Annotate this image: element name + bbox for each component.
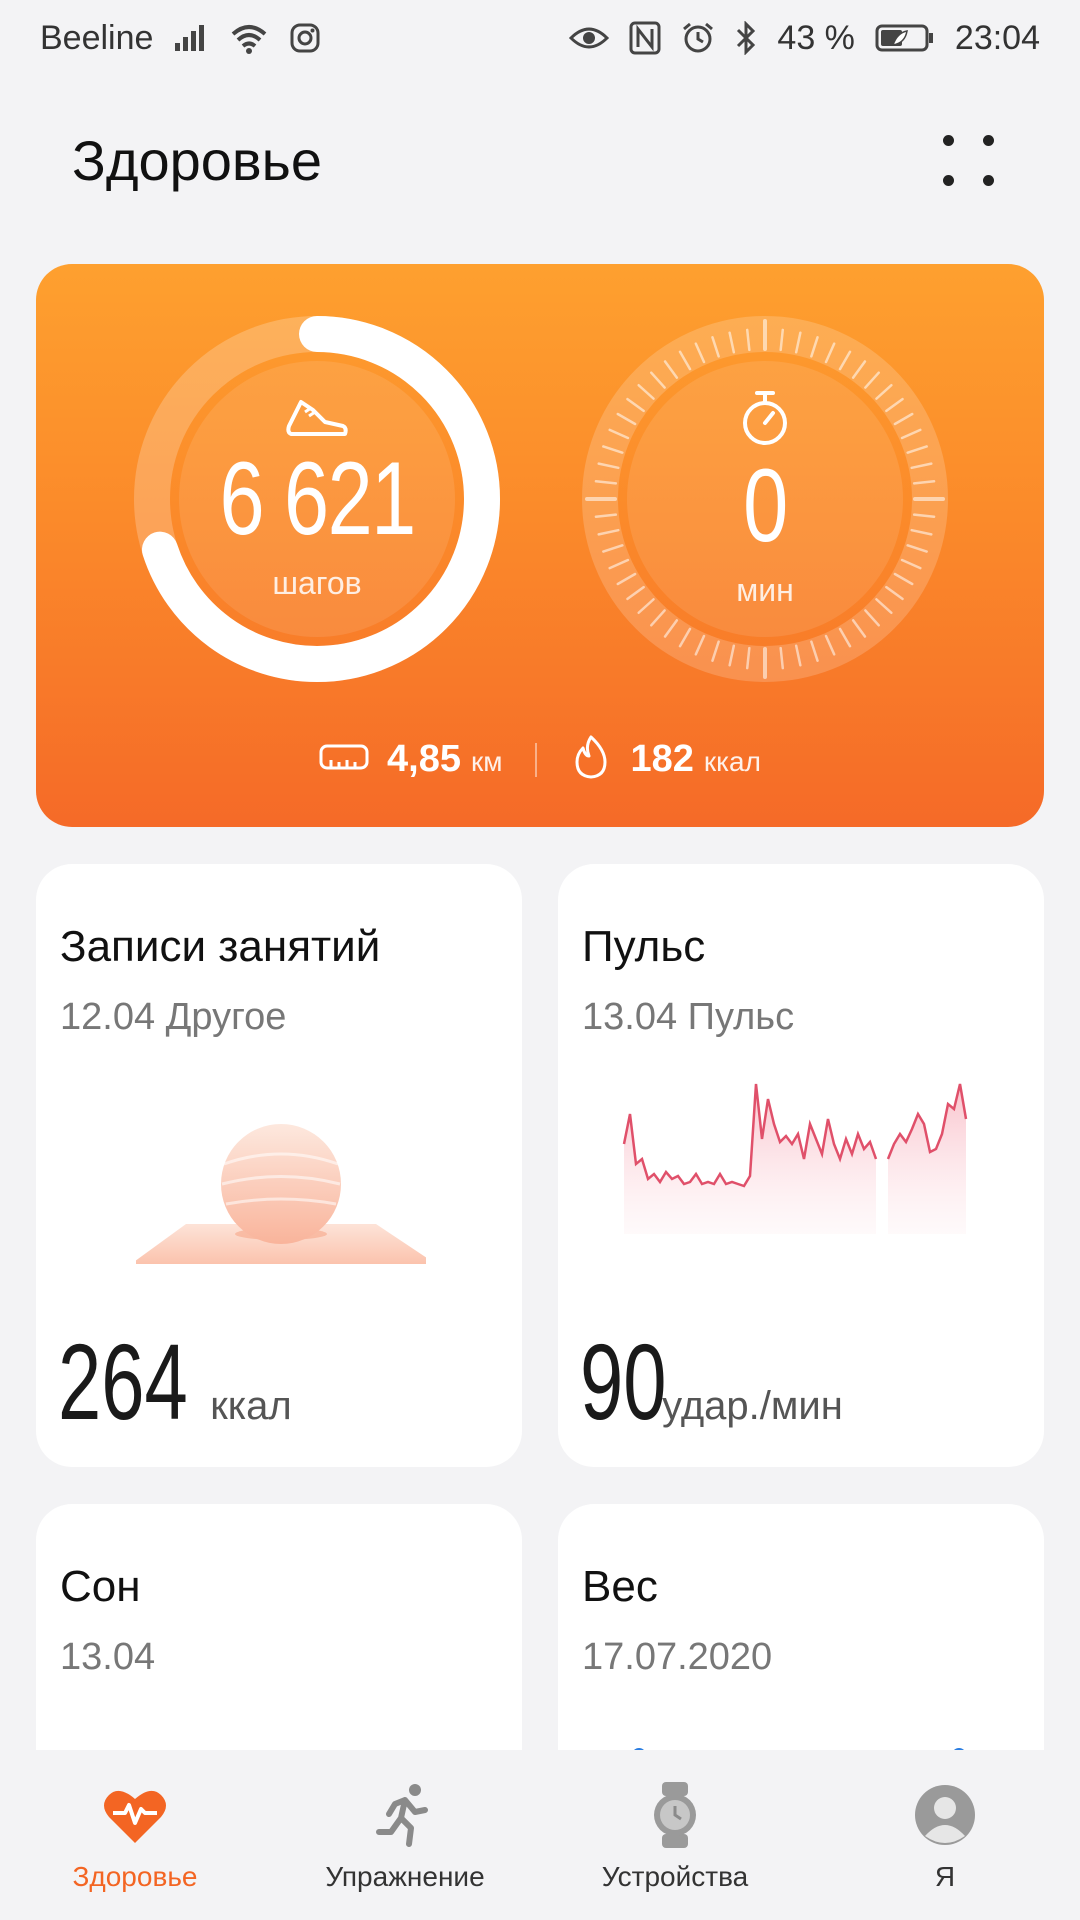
- tab-label: Я: [934, 1861, 956, 1892]
- heart-rate-unit: удар./мин: [662, 1384, 843, 1428]
- tab-label: Упражнение: [325, 1861, 485, 1892]
- workout-illustration: [131, 1074, 436, 1264]
- avatar-icon: [914, 1777, 976, 1853]
- workout-records-card[interactable]: Записи занятий 12.04 Другое 264 ккал: [36, 864, 522, 1467]
- nfc-icon: [629, 21, 661, 55]
- battery-icon: [875, 23, 935, 53]
- edit-cards-button[interactable]: [928, 120, 1008, 200]
- active-minutes-count: 0: [743, 448, 788, 564]
- steps-count: 6 621: [219, 441, 416, 557]
- app-header: Здоровье: [0, 100, 1080, 220]
- distance-unit: км: [471, 746, 503, 777]
- distance-value: 4,85: [387, 738, 462, 780]
- card-title: Пульс: [582, 922, 706, 971]
- card-subtitle: 13.04 Пульс: [582, 996, 795, 1038]
- minutes-unit: мин: [736, 572, 794, 608]
- stopwatch-icon: [737, 389, 793, 454]
- active-minutes-ring[interactable]: 0 мин: [580, 314, 950, 684]
- alarm-icon: [681, 21, 715, 55]
- card-title: Вес: [582, 1562, 658, 1611]
- card-subtitle: 17.07.2020: [582, 1636, 773, 1678]
- steps-unit: шагов: [272, 565, 362, 601]
- heart-pulse-icon: [101, 1777, 169, 1853]
- shoe-icon: [285, 396, 349, 447]
- calories-value: 182: [630, 738, 694, 780]
- bluetooth-icon: [735, 21, 757, 55]
- wifi-icon: [229, 22, 269, 54]
- card-title: Сон: [60, 1562, 141, 1611]
- hero-stats-row: 4,85 км 182 ккал: [36, 734, 1044, 785]
- calories-unit: ккал: [703, 746, 761, 777]
- tab-me[interactable]: Я: [810, 1750, 1080, 1920]
- steps-ring[interactable]: 6 621 шагов: [132, 314, 502, 684]
- card-title: Записи занятий: [60, 922, 381, 971]
- heart-rate-value: 90: [580, 1321, 667, 1442]
- clock-time: 23:04: [954, 18, 1040, 57]
- carrier-label: Beeline: [40, 18, 154, 57]
- tab-devices[interactable]: Устройства: [540, 1750, 810, 1920]
- workout-calories-unit: ккал: [210, 1384, 292, 1428]
- workout-calories-value: 264: [58, 1321, 188, 1442]
- tab-health[interactable]: Здоровье: [0, 1750, 270, 1920]
- dot-icon: [942, 174, 954, 186]
- watch-icon: [650, 1777, 700, 1853]
- page-title: Здоровье: [72, 128, 323, 192]
- status-bar: Beeline 43 % 23:04: [0, 0, 1080, 76]
- stats-divider: [534, 742, 537, 777]
- card-subtitle: 13.04: [60, 1636, 156, 1678]
- running-icon: [375, 1777, 435, 1853]
- dot-icon: [982, 134, 994, 146]
- activity-summary-card[interactable]: 6 621 шагов 0 мин 4,85 км 182 ккал: [36, 264, 1044, 827]
- bottom-tab-bar: Здоровье Упражнение Устройства Я: [0, 1750, 1080, 1920]
- signal-icon: [173, 23, 209, 53]
- flame-icon: [569, 734, 613, 785]
- battery-percent: 43 %: [777, 18, 855, 57]
- tab-label: Устройства: [601, 1861, 749, 1892]
- tab-exercise[interactable]: Упражнение: [270, 1750, 540, 1920]
- card-subtitle: 12.04 Другое: [60, 996, 287, 1038]
- ruler-icon: [319, 742, 369, 777]
- instagram-icon: [289, 22, 321, 54]
- heart-rate-sparkline: [618, 1064, 998, 1234]
- tab-label: Здоровье: [72, 1861, 198, 1892]
- dot-icon: [942, 134, 954, 146]
- dot-icon: [982, 174, 994, 186]
- heart-rate-card[interactable]: Пульс 13.04 Пульс 90 удар./мин: [558, 864, 1044, 1467]
- eye-icon: [569, 24, 610, 52]
